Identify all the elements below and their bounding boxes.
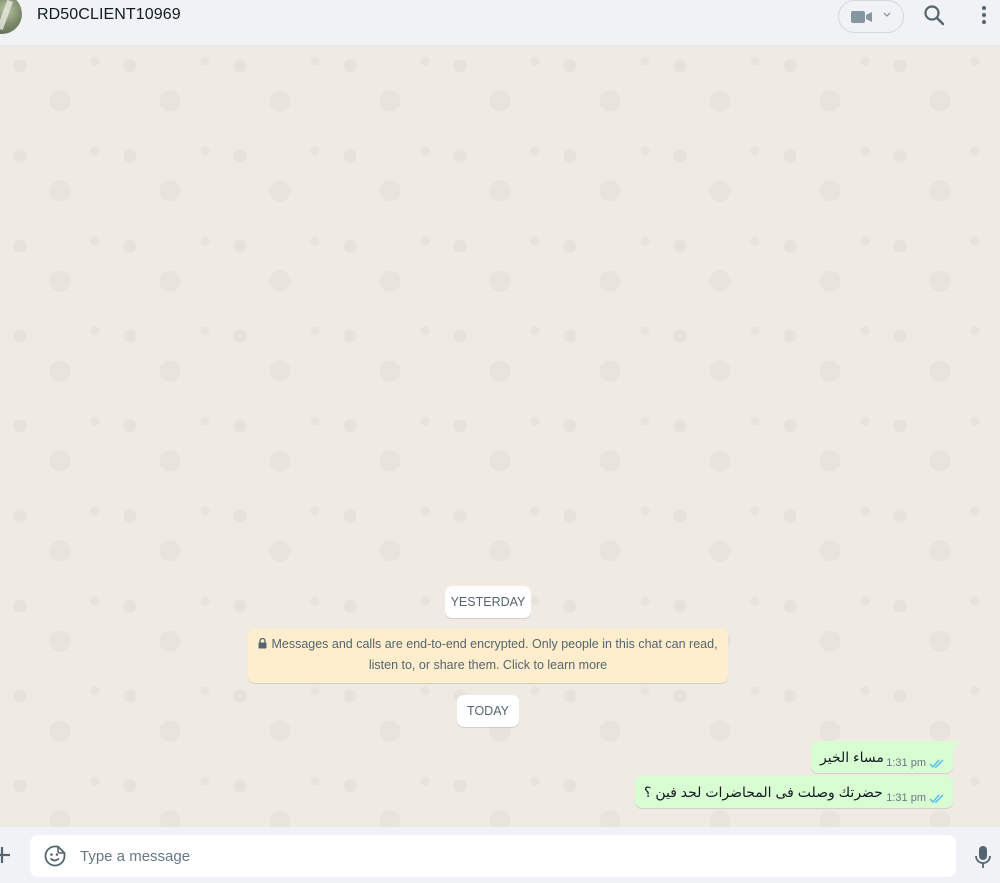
- emoji-icon: [44, 845, 66, 867]
- chat-header: RD50CLIENT10969: [0, 0, 1000, 46]
- video-call-icon: [851, 11, 872, 23]
- double-check-icon: [929, 794, 944, 803]
- message-meta: 1:31 pm: [886, 757, 945, 769]
- message-text: حضرتك وصلت فى المحاضرات لحد فين ؟: [644, 784, 883, 800]
- encryption-notice-text: Messages and calls are end-to-end encryp…: [271, 637, 718, 672]
- message-composer: [30, 835, 956, 877]
- message-meta: 1:31 pm: [886, 792, 945, 804]
- chat-area[interactable]: YESTERDAY Messages and calls are end-to-…: [0, 46, 1000, 827]
- voice-message-button[interactable]: [974, 845, 992, 869]
- menu-icon: [982, 6, 986, 24]
- message-bubble-outgoing[interactable]: حضرتك وصلت فى المحاضرات لحد فين ؟ 1:31 p…: [635, 776, 953, 808]
- emoji-button[interactable]: [44, 845, 66, 867]
- message-time: 1:31 pm: [886, 792, 926, 804]
- contact-name[interactable]: RD50CLIENT10969: [37, 6, 181, 24]
- mic-icon: [975, 846, 991, 868]
- lock-icon: [258, 635, 267, 655]
- message-input[interactable]: [80, 843, 940, 869]
- video-call-button[interactable]: [838, 0, 904, 33]
- message-bubble-outgoing[interactable]: مساء الخير 1:31 pm: [811, 741, 960, 773]
- chevron-down-icon: [883, 12, 891, 17]
- date-chip-today: TODAY: [457, 695, 519, 727]
- menu-button[interactable]: [978, 4, 990, 28]
- avatar[interactable]: [0, 0, 22, 34]
- search-icon: [924, 5, 945, 26]
- double-check-icon: [929, 759, 944, 768]
- plus-icon: [0, 847, 10, 863]
- date-chip-yesterday: YESTERDAY: [445, 586, 531, 618]
- attach-button[interactable]: [0, 845, 12, 865]
- message-text: مساء الخير: [820, 749, 884, 765]
- encryption-notice[interactable]: Messages and calls are end-to-end encryp…: [248, 629, 728, 683]
- composer-bar: [0, 827, 1000, 883]
- message-time: 1:31 pm: [886, 757, 926, 769]
- search-button[interactable]: [922, 3, 946, 27]
